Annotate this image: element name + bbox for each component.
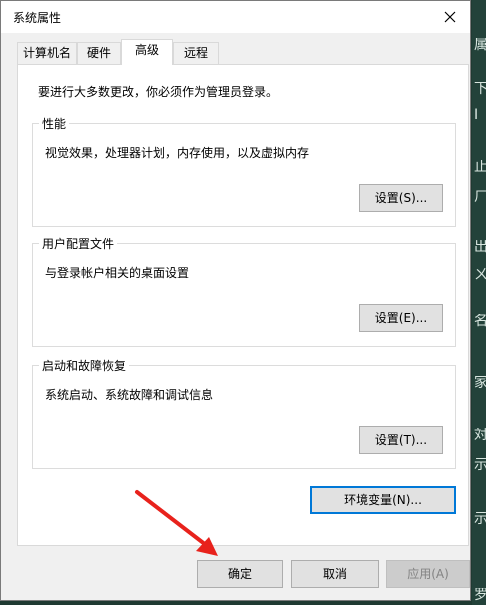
close-button[interactable] [430, 1, 470, 33]
startup-recovery-group: 启动和故障恢复 系统启动、系统故障和调试信息 设置(T)... [32, 357, 456, 469]
group-title-startup-recovery: 启动和故障恢复 [39, 357, 130, 374]
group-title-performance: 性能 [39, 115, 70, 132]
system-properties-dialog: 系统属性 计算机名 硬件 高级 远程 要进行大多数更改，你必须作为管理员登录。 … [0, 0, 471, 601]
window-title: 系统属性 [13, 11, 62, 25]
background-glyph: ㄨ [474, 268, 486, 282]
background-glyph: 出 [474, 240, 486, 254]
startup-recovery-settings-button[interactable]: 设置(T)... [359, 426, 443, 454]
user-profiles-description: 与登录帐户相关的桌面设置 [45, 266, 190, 280]
startup-recovery-description: 系统启动、系统故障和调试信息 [45, 388, 214, 402]
background-glyph: ㄏ [474, 190, 486, 204]
background-glyph: 止 [474, 160, 486, 174]
performance-settings-button[interactable]: 设置(S)... [359, 184, 443, 212]
performance-group: 性能 视觉效果，处理器计划，内存使用，以及虚拟内存 设置(S)... [32, 115, 456, 227]
background-glyph: I [474, 108, 479, 122]
apply-button[interactable]: 应用(A) [386, 560, 470, 588]
title-bar: 系统属性 [1, 1, 470, 33]
background-glyph: 下 [474, 82, 486, 96]
background-glyph: 示 [474, 512, 486, 526]
background-glyph: 対 [474, 428, 486, 442]
admin-notice: 要进行大多数更改，你必须作为管理员登录。 [38, 85, 279, 99]
performance-description: 视觉效果，处理器计划，内存使用，以及虚拟内存 [45, 146, 310, 160]
tab-hardware[interactable]: 硬件 [77, 42, 121, 64]
background-glyph: 罗 [474, 588, 486, 602]
advanced-tab-panel: 要进行大多数更改，你必须作为管理员登录。 性能 视觉效果，处理器计划，内存使用，… [17, 64, 469, 546]
cancel-button[interactable]: 取消 [291, 560, 379, 588]
background-glyph: 示 [474, 458, 486, 472]
tab-remote[interactable]: 远程 [173, 42, 219, 64]
ok-button[interactable]: 确定 [197, 560, 283, 588]
tab-computer-name[interactable]: 计算机名 [17, 42, 77, 64]
user-profiles-settings-button[interactable]: 设置(E)... [359, 304, 443, 332]
group-title-user-profiles: 用户配置文件 [39, 235, 118, 252]
user-profiles-group: 用户配置文件 与登录帐户相关的桌面设置 设置(E)... [32, 235, 456, 347]
environment-variables-button[interactable]: 环境变量(N)... [310, 486, 456, 514]
close-icon [444, 11, 456, 23]
background-glyph: 名 [474, 314, 486, 328]
background-glyph: 家 [474, 376, 486, 390]
background-glyph: 属 [474, 38, 486, 52]
tab-advanced[interactable]: 高级 [121, 39, 173, 65]
